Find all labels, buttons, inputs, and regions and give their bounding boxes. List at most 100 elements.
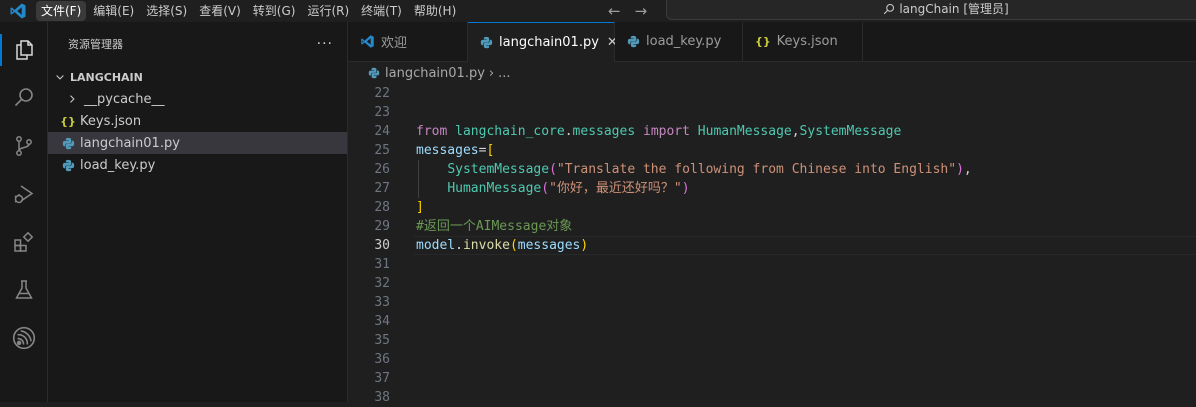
- code-token: SystemMessage: [799, 124, 902, 139]
- code-token: messages: [416, 143, 479, 158]
- python-icon: [60, 159, 76, 172]
- back-arrow-icon[interactable]: ←: [608, 2, 621, 20]
- code-line[interactable]: 28]: [348, 198, 1196, 217]
- run-debug-icon[interactable]: [0, 174, 48, 214]
- code-line[interactable]: 36: [348, 350, 1196, 369]
- activity-bar: [0, 22, 48, 402]
- chevron-right-icon: ›: [488, 65, 495, 81]
- code-line[interactable]: 35: [348, 331, 1196, 350]
- tree-item-keys-json[interactable]: {} Keys.json: [48, 110, 347, 132]
- code-token: "Translate the following from Chinese in…: [556, 162, 957, 177]
- line-number: 22: [374, 86, 390, 101]
- tree-item-label: Keys.json: [80, 113, 142, 129]
- code-line[interactable]: 23: [348, 103, 1196, 122]
- tab-langchain01[interactable]: langchain01.py ✕: [468, 22, 618, 62]
- code-line[interactable]: 27 HumanMessage("你好，最近还好吗？"): [348, 179, 1196, 198]
- code-line[interactable]: 26 SystemMessage("Translate the followin…: [348, 160, 1196, 179]
- line-number: 28: [374, 200, 390, 215]
- vscode-logo-icon: [0, 0, 36, 22]
- code-line[interactable]: 29 #返回一个AIMessage对象: [348, 217, 1196, 236]
- breadcrumb-symbol[interactable]: ...: [498, 66, 510, 81]
- search-icon: [884, 3, 895, 15]
- code-line[interactable]: 32: [348, 274, 1196, 293]
- line-number: 29: [374, 219, 390, 234]
- code-line[interactable]: 30 model.invoke(messages): [348, 236, 1196, 255]
- code-line[interactable]: 33: [348, 293, 1196, 312]
- code-text: from langchain_core.messages import Huma…: [416, 122, 901, 141]
- tree-item-label: load_key.py: [80, 157, 156, 173]
- forward-arrow-icon[interactable]: →: [635, 2, 648, 20]
- line-number: 37: [374, 371, 390, 386]
- menu-item[interactable]: 编辑(E): [88, 1, 139, 21]
- vscode-icon: [360, 34, 375, 49]
- menu-item[interactable]: 运行(R): [302, 1, 354, 21]
- line-number: 38: [374, 390, 390, 405]
- code-text: model.invoke(messages): [416, 236, 588, 255]
- explorer-title: 资源管理器: [68, 38, 123, 51]
- navigation-arrows: ← →: [608, 0, 647, 22]
- breadcrumb: langchain01.py › ...: [348, 62, 1196, 84]
- code-token: "你好，最近还好吗？": [549, 181, 682, 196]
- code-token: .: [455, 238, 463, 253]
- code-line[interactable]: 34: [348, 312, 1196, 331]
- code-editor[interactable]: 22 23 24 from langchain_core.messages impor…: [348, 84, 1196, 407]
- explorer-sidebar: 资源管理器 ··· LANGCHAIN __pycache__ {} Keys.…: [48, 22, 348, 402]
- code-line[interactable]: 24 from langchain_core.messages import Hu…: [348, 122, 1196, 141]
- tab-load-key[interactable]: load_key.py: [615, 22, 743, 61]
- menu-item[interactable]: 终端(T): [356, 1, 407, 21]
- editor-area: 欢迎 langchain01.py ✕ load_key.py {} Keys.…: [348, 22, 1196, 405]
- tree-item-pycache[interactable]: __pycache__: [48, 88, 347, 110]
- code-token: (: [549, 162, 557, 177]
- line-number: 25: [374, 143, 390, 158]
- search-sidebar-icon[interactable]: [0, 78, 48, 118]
- code-line[interactable]: 31: [348, 255, 1196, 274]
- tab-keys-json[interactable]: {} Keys.json: [743, 22, 863, 61]
- source-control-icon[interactable]: [0, 126, 48, 166]
- code-line[interactable]: 22: [348, 84, 1196, 103]
- tree-item-langchain01[interactable]: langchain01.py: [48, 132, 347, 154]
- editor-tabs: 欢迎 langchain01.py ✕ load_key.py {} Keys.…: [348, 22, 1196, 62]
- menu-item[interactable]: 转到(G): [248, 1, 301, 21]
- code-token: ): [681, 181, 690, 196]
- tab-label: 欢迎: [381, 36, 408, 51]
- code-text: #返回一个AIMessage对象: [416, 217, 572, 236]
- tab-label: load_key.py: [646, 34, 722, 49]
- code-token: ): [956, 162, 964, 177]
- python-icon: [60, 137, 76, 150]
- espressif-icon[interactable]: [0, 318, 48, 358]
- code-token: SystemMessage: [447, 162, 550, 177]
- line-number: 31: [374, 257, 390, 272]
- code-token: HumanMessage: [447, 181, 542, 196]
- menu-item[interactable]: 查看(V): [194, 1, 246, 21]
- menu-item[interactable]: 文件(F): [36, 1, 87, 21]
- code-text: HumanMessage("你好，最近还好吗？"): [416, 179, 690, 198]
- menu-item[interactable]: 选择(S): [141, 1, 192, 21]
- code-line[interactable]: 37: [348, 369, 1196, 388]
- tab-welcome[interactable]: 欢迎: [348, 22, 468, 61]
- menu-item[interactable]: 帮助(H): [409, 1, 461, 21]
- code-token: messages: [572, 124, 636, 139]
- code-token: [: [486, 143, 495, 158]
- more-actions-icon[interactable]: ···: [317, 36, 333, 52]
- breadcrumb-file[interactable]: langchain01.py: [385, 66, 485, 81]
- code-line[interactable]: 38: [348, 388, 1196, 407]
- code-token: import: [643, 124, 690, 139]
- folder-section-langchain[interactable]: LANGCHAIN: [48, 66, 347, 88]
- tab-label: Keys.json: [776, 34, 838, 49]
- testing-flask-icon[interactable]: [0, 270, 48, 310]
- folder-name: LANGCHAIN: [70, 70, 143, 84]
- chevron-right-icon: [64, 93, 80, 105]
- line-number: 24: [374, 124, 390, 139]
- command-center-search[interactable]: langChain [管理员]: [666, 0, 1196, 20]
- tree-item-label: langchain01.py: [80, 135, 180, 151]
- code-line[interactable]: 25 messages=[: [348, 141, 1196, 160]
- explorer-icon[interactable]: [0, 30, 48, 70]
- extensions-icon[interactable]: [0, 222, 48, 262]
- code-token: ): [580, 238, 589, 253]
- code-token: ,: [963, 162, 972, 177]
- tree-item-load-key[interactable]: load_key.py: [48, 154, 347, 176]
